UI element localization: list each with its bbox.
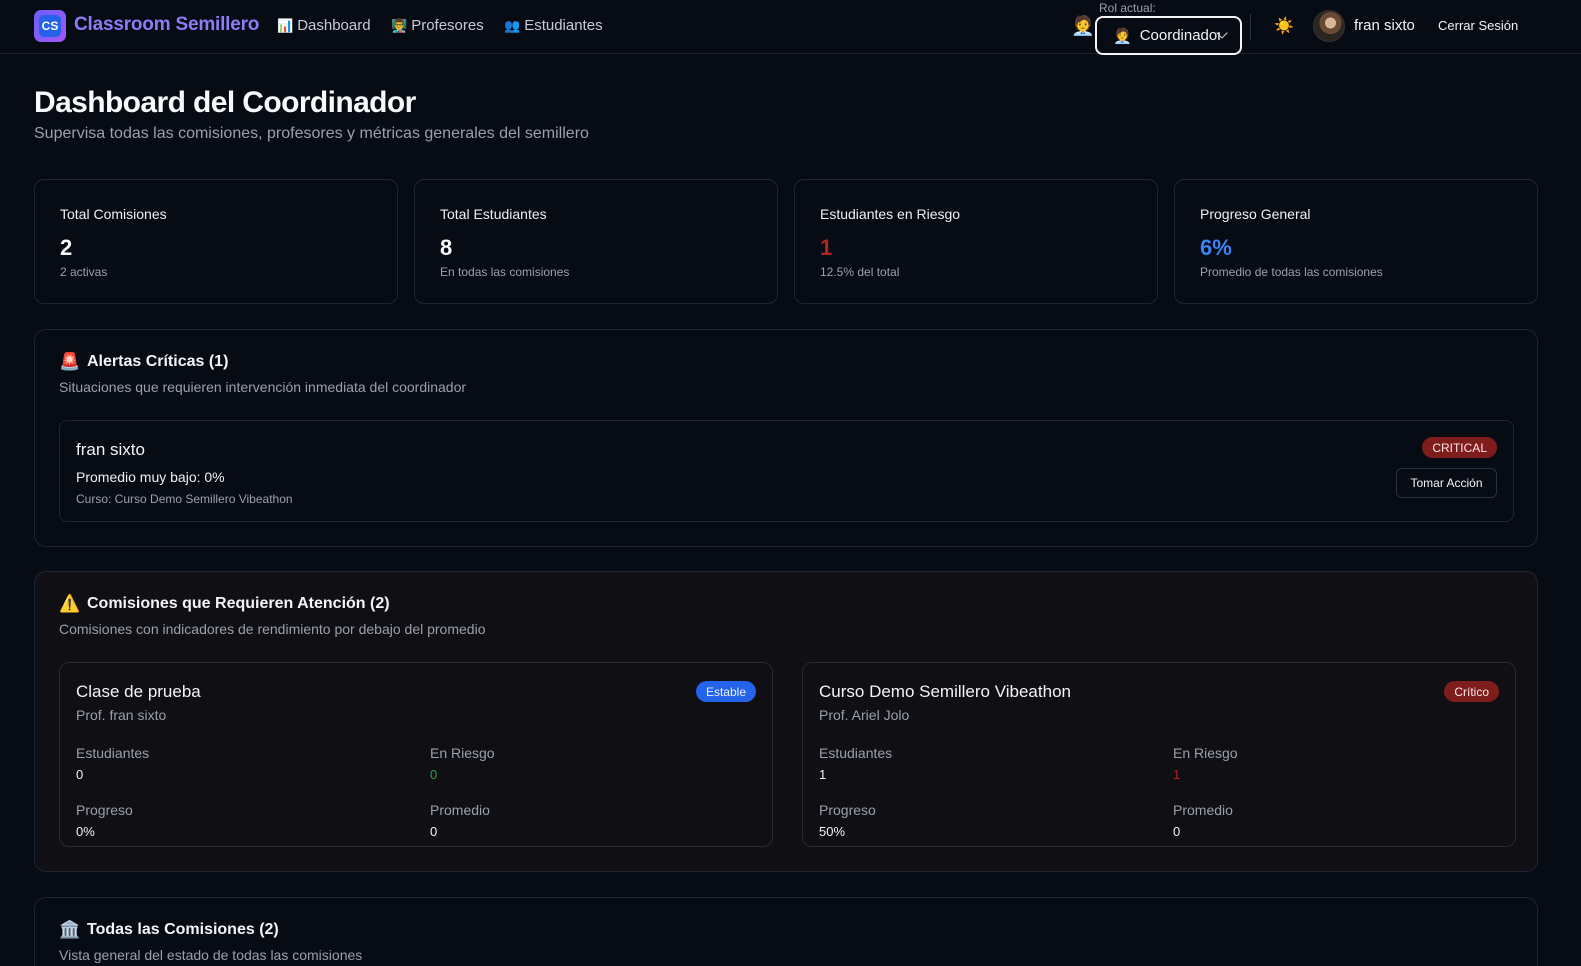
alert-message: Promedio muy bajo: 0% <box>76 469 225 485</box>
stat-sub: En todas las comisiones <box>440 265 570 279</box>
metric-value-progress: 50% <box>819 824 846 839</box>
classical-building-icon: 🏛️ <box>59 920 81 939</box>
section-description: Situaciones que requieren intervención i… <box>59 379 467 395</box>
office-worker-icon: 🧑‍💼 <box>1071 16 1095 37</box>
stat-value: 2 <box>60 235 73 260</box>
commission-card[interactable]: Clase de prueba Prof. fran sixto Estable… <box>59 662 773 847</box>
section-heading: ⚠️ Comisiones que Requieren Atención (2) <box>59 594 390 614</box>
metric-label-average: Promedio <box>1173 802 1233 818</box>
metric-value-students: 0 <box>76 767 84 782</box>
role-select[interactable]: 🧑‍💼 Coordinador <box>1095 16 1242 55</box>
metric-value-risk: 1 <box>1173 767 1181 782</box>
nav-link-label: Profesores <box>411 17 484 34</box>
stat-card-total-estudiantes: Total Estudiantes 8 En todas las comisio… <box>414 179 778 304</box>
metric-value-students: 1 <box>819 767 827 782</box>
stat-card-total-comisiones: Total Comisiones 2 2 activas <box>34 179 398 304</box>
commission-professor: Prof. Ariel Jolo <box>819 707 910 723</box>
commission-professor: Prof. fran sixto <box>76 707 167 723</box>
commission-card[interactable]: Curso Demo Semillero Vibeathon Prof. Ari… <box>802 662 1516 847</box>
section-title: Comisiones que Requieren Atención (2) <box>87 595 390 612</box>
section-description: Comisiones con indicadores de rendimient… <box>59 621 486 637</box>
metric-value-average: 0 <box>430 824 438 839</box>
metric-value-progress: 0% <box>76 824 95 839</box>
role-select-value: Coordinador <box>1139 27 1220 44</box>
user-name[interactable]: fran sixto <box>1354 17 1415 34</box>
metric-label-risk: En Riesgo <box>430 745 495 761</box>
stat-label: Progreso General <box>1200 206 1311 222</box>
stat-value: 1 <box>820 235 833 260</box>
app-logo[interactable]: CS <box>34 10 66 42</box>
brand-name[interactable]: Classroom Semillero <box>74 14 259 36</box>
metric-value-average: 0 <box>1173 824 1181 839</box>
role-label: Rol actual: <box>1099 1 1156 15</box>
stat-sub: 2 activas <box>60 265 108 279</box>
section-heading: 🏛️ Todas las Comisiones (2) <box>59 920 279 940</box>
stat-card-estudiantes-riesgo: Estudiantes en Riesgo 1 12.5% del total <box>794 179 1158 304</box>
stat-label: Total Comisiones <box>60 206 167 222</box>
nav-link-label: Estudiantes <box>524 17 603 34</box>
page-title: Dashboard del Coordinador <box>34 86 416 119</box>
critical-alerts-section: 🚨 Alertas Críticas (1) Situaciones que r… <box>34 329 1538 547</box>
metric-label-progress: Progreso <box>76 802 133 818</box>
theme-toggle-sun-icon[interactable]: ☀️ <box>1274 16 1294 36</box>
stat-card-progreso-general: Progreso General 6% Promedio de todas la… <box>1174 179 1538 304</box>
metric-value-risk: 0 <box>430 767 438 782</box>
stat-label: Total Estudiantes <box>440 206 547 222</box>
logo-text: CS <box>39 15 61 37</box>
teacher-icon: 👨‍🏫 <box>391 17 408 33</box>
severity-badge: CRITICAL <box>1422 437 1497 458</box>
nav-divider <box>1250 14 1251 40</box>
metric-label-progress: Progreso <box>819 802 876 818</box>
nav-link-label: Dashboard <box>297 17 371 34</box>
status-badge: Estable <box>695 681 756 702</box>
commission-title: Clase de prueba <box>76 682 201 701</box>
stat-label: Estudiantes en Riesgo <box>820 206 961 222</box>
siren-icon: 🚨 <box>59 352 81 371</box>
nav-link-dashboard[interactable]: 📊 Dashboard <box>277 17 371 34</box>
alert-course: Curso: Curso Demo Semillero Vibeathon <box>76 492 293 506</box>
section-title: Todas las Comisiones (2) <box>87 921 279 938</box>
avatar[interactable] <box>1313 10 1345 42</box>
metric-label-students: Estudiantes <box>76 745 150 761</box>
metric-label-risk: En Riesgo <box>1173 745 1238 761</box>
chart-icon: 📊 <box>277 17 294 33</box>
alert-item: fran sixto Promedio muy bajo: 0% Curso: … <box>59 420 1514 522</box>
section-heading: 🚨 Alertas Críticas (1) <box>59 352 228 372</box>
commission-title: Curso Demo Semillero Vibeathon <box>819 682 1071 701</box>
stat-sub: 12.5% del total <box>820 265 900 279</box>
stat-value: 8 <box>440 235 453 260</box>
metric-label-students: Estudiantes <box>819 745 893 761</box>
warning-icon: ⚠️ <box>59 594 81 613</box>
metric-label-average: Promedio <box>430 802 490 818</box>
office-worker-icon: 🧑‍💼 <box>1113 27 1132 45</box>
nav-link-estudiantes[interactable]: 👥 Estudiantes <box>504 17 603 34</box>
logout-button[interactable]: Cerrar Sesión <box>1438 18 1518 33</box>
alert-student-name: fran sixto <box>76 440 145 459</box>
all-commissions-section: 🏛️ Todas las Comisiones (2) Vista genera… <box>34 897 1538 966</box>
page-subtitle: Supervisa todas las comisiones, profesor… <box>34 125 589 142</box>
stat-value: 6% <box>1200 235 1232 260</box>
section-title: Alertas Críticas (1) <box>87 353 229 370</box>
attention-commissions-section: ⚠️ Comisiones que Requieren Atención (2)… <box>34 571 1538 872</box>
top-navbar: CS Classroom Semillero 📊 Dashboard 👨‍🏫 P… <box>0 0 1581 55</box>
take-action-button[interactable]: Tomar Acción <box>1396 468 1497 498</box>
users-icon: 👥 <box>504 17 521 33</box>
section-description: Vista general del estado de todas las co… <box>59 947 363 963</box>
status-badge: Crítico <box>1444 681 1499 702</box>
nav-link-profesores[interactable]: 👨‍🏫 Profesores <box>391 17 484 34</box>
stat-sub: Promedio de todas las comisiones <box>1200 265 1383 279</box>
